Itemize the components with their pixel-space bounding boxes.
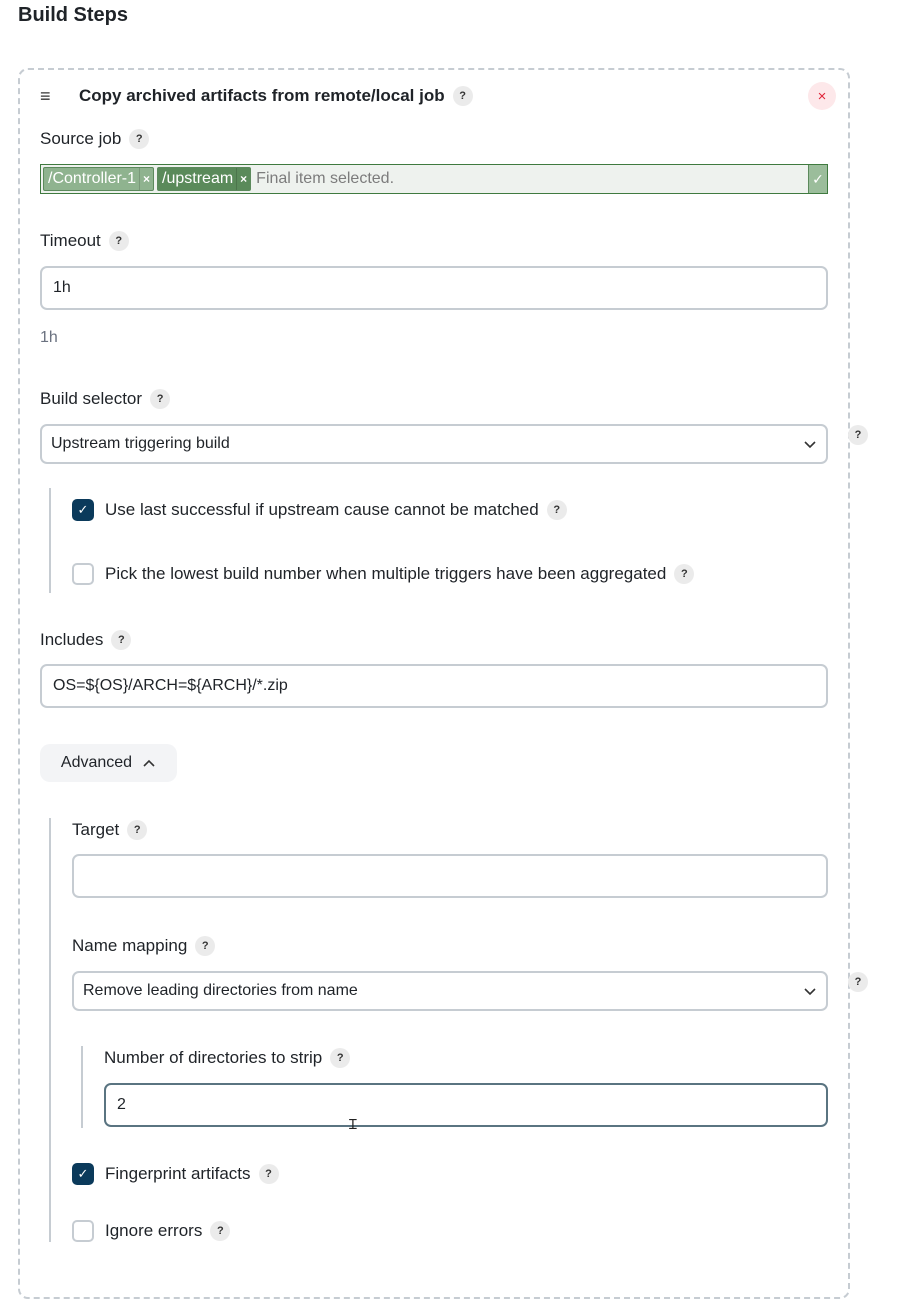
build-selector-select[interactable]: Upstream triggering build bbox=[40, 424, 828, 464]
timeout-value: 1h bbox=[53, 279, 71, 296]
text-cursor-icon: Ɪ bbox=[349, 1117, 357, 1133]
advanced-label: Advanced bbox=[60, 754, 133, 771]
use-last-successful-label[interactable]: Use last successful if upstream cause ca… bbox=[105, 500, 539, 520]
includes-value: OS=${OS}/ARCH=${ARCH}/*.zip bbox=[53, 677, 288, 694]
build-selector-label: Build selector ? bbox=[40, 389, 171, 409]
target-label: Target ? bbox=[72, 820, 148, 840]
includes-label-text: Includes bbox=[40, 630, 104, 649]
help-icon[interactable]: ? bbox=[127, 820, 148, 840]
source-job-input[interactable]: /Controller-1 × /upstream × Final item s… bbox=[40, 164, 828, 194]
help-icon[interactable]: ? bbox=[674, 564, 695, 584]
help-icon[interactable]: ? bbox=[848, 425, 868, 445]
name-mapping-select[interactable]: Remove leading directories from name bbox=[72, 971, 828, 1011]
help-icon[interactable]: ? bbox=[546, 500, 567, 520]
name-mapping-nested-bar bbox=[81, 1046, 83, 1128]
help-icon[interactable]: ? bbox=[258, 1164, 279, 1184]
help-icon[interactable]: ? bbox=[330, 1048, 351, 1068]
includes-label: Includes ? bbox=[40, 630, 132, 650]
section-title: Build Steps bbox=[18, 4, 129, 26]
includes-input[interactable]: OS=${OS}/ARCH=${ARCH}/*.zip bbox=[40, 664, 828, 708]
source-job-label: Source job ? bbox=[40, 129, 150, 149]
source-job-tag: /Controller-1 × bbox=[43, 167, 155, 191]
help-icon[interactable]: ? bbox=[848, 972, 868, 992]
source-job-tag: /upstream × bbox=[157, 167, 252, 191]
name-mapping-value: Remove leading directories from name bbox=[83, 982, 358, 999]
chevron-up-icon bbox=[143, 759, 155, 767]
ignore-errors-row: Ignore errors ? bbox=[72, 1220, 231, 1242]
step-title: Copy archived artifacts from remote/loca… bbox=[79, 86, 473, 106]
help-icon[interactable]: ? bbox=[452, 86, 473, 106]
pick-lowest-checkbox[interactable] bbox=[72, 563, 94, 585]
strip-count-label: Number of directories to strip ? bbox=[104, 1048, 351, 1068]
help-icon[interactable]: ? bbox=[108, 231, 129, 251]
strip-count-input[interactable]: 2 bbox=[104, 1083, 828, 1127]
fingerprint-row: ✓ Fingerprint artifacts ? bbox=[72, 1163, 279, 1185]
pick-lowest-row: Pick the lowest build number when multip… bbox=[72, 563, 695, 585]
help-icon[interactable]: ? bbox=[129, 129, 150, 149]
drag-handle-icon[interactable]: ≡ bbox=[40, 87, 51, 105]
fingerprint-label[interactable]: Fingerprint artifacts bbox=[105, 1164, 251, 1184]
source-job-placeholder: Final item selected. bbox=[256, 170, 395, 187]
chevron-down-icon bbox=[804, 441, 816, 449]
build-selector-label-text: Build selector bbox=[40, 389, 143, 408]
chevron-down-icon bbox=[804, 988, 816, 996]
help-icon[interactable]: ? bbox=[195, 936, 216, 956]
strip-count-value: 2 bbox=[117, 1096, 126, 1113]
remove-tag-icon[interactable]: × bbox=[236, 168, 250, 190]
target-label-text: Target bbox=[72, 820, 120, 839]
advanced-section-bar bbox=[49, 818, 51, 1242]
valid-check-icon: ✓ bbox=[808, 165, 827, 193]
timeout-label: Timeout ? bbox=[40, 231, 129, 251]
help-icon[interactable]: ? bbox=[111, 630, 132, 650]
ignore-errors-checkbox[interactable] bbox=[72, 1220, 94, 1242]
build-selector-value: Upstream triggering build bbox=[51, 435, 230, 452]
nested-section-bar bbox=[49, 488, 51, 593]
use-last-successful-checkbox[interactable]: ✓ bbox=[72, 499, 94, 521]
help-icon[interactable]: ? bbox=[210, 1221, 231, 1241]
tag-label: /Controller-1 bbox=[48, 170, 137, 187]
step-title-text: Copy archived artifacts from remote/loca… bbox=[79, 86, 445, 105]
name-mapping-label: Name mapping ? bbox=[72, 936, 216, 956]
target-input[interactable] bbox=[72, 854, 828, 898]
ignore-errors-label[interactable]: Ignore errors bbox=[105, 1221, 202, 1241]
source-job-label-text: Source job bbox=[40, 129, 122, 148]
name-mapping-label-text: Name mapping bbox=[72, 936, 188, 955]
timeout-input[interactable]: 1h bbox=[40, 266, 828, 310]
pick-lowest-label[interactable]: Pick the lowest build number when multip… bbox=[105, 564, 666, 584]
fingerprint-checkbox[interactable]: ✓ bbox=[72, 1163, 94, 1185]
check-icon: ✓ bbox=[77, 502, 89, 517]
tag-label: /upstream bbox=[162, 170, 234, 187]
use-last-successful-row: ✓ Use last successful if upstream cause … bbox=[72, 499, 567, 521]
help-icon[interactable]: ? bbox=[150, 389, 171, 409]
strip-count-label-text: Number of directories to strip bbox=[104, 1048, 323, 1067]
timeout-label-text: Timeout bbox=[40, 231, 101, 250]
check-icon: ✓ bbox=[77, 1166, 89, 1181]
advanced-toggle-button[interactable]: Advanced bbox=[40, 744, 177, 782]
delete-step-button[interactable]: × bbox=[808, 82, 836, 110]
timeout-hint: 1h bbox=[40, 329, 58, 346]
remove-tag-icon[interactable]: × bbox=[139, 168, 153, 190]
close-icon: × bbox=[817, 87, 827, 105]
